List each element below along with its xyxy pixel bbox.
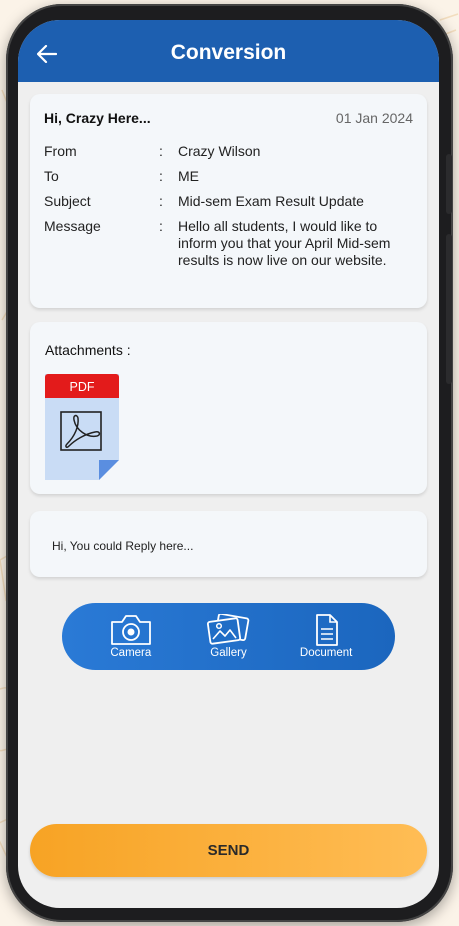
document-label: Document <box>299 647 353 659</box>
document-button[interactable]: Document <box>286 614 366 659</box>
reply-placeholder: Hi, You could Reply here... <box>52 539 194 553</box>
app-header: Conversion <box>18 20 439 82</box>
meta-row-to: To : ME <box>44 168 413 185</box>
mail-card: Hi, Crazy Here... 01 Jan 2024 From : Cra… <box>30 94 427 308</box>
meta-value-subject: Mid-sem Exam Result Update <box>178 193 364 209</box>
meta-row-from: From : Crazy Wilson <box>44 143 413 160</box>
camera-icon <box>110 615 151 645</box>
meta-separator: : <box>159 193 163 209</box>
gallery-icon <box>207 614 250 645</box>
attachments-card: Attachments : PDF <box>30 322 427 494</box>
document-icon <box>316 614 339 646</box>
pdf-type-label: PDF <box>70 380 95 394</box>
meta-label: Subject <box>44 193 91 209</box>
mail-greeting: Hi, Crazy Here... <box>44 110 151 126</box>
meta-separator: : <box>159 168 163 184</box>
volume-button <box>446 154 452 214</box>
gallery-label: Gallery <box>210 647 247 659</box>
send-button[interactable]: SEND <box>30 824 427 877</box>
meta-value-to: ME <box>178 168 199 184</box>
meta-value-from: Crazy Wilson <box>178 143 261 159</box>
camera-label: Camera <box>110 647 152 659</box>
meta-row-subject: Subject : Mid-sem Exam Result Update <box>44 193 413 210</box>
meta-label: From <box>44 143 77 159</box>
back-button[interactable] <box>32 39 62 69</box>
mail-date: 01 Jan 2024 <box>335 110 413 126</box>
camera-button[interactable]: Camera <box>91 614 171 659</box>
mail-meta: From : Crazy Wilson To : ME Subject : Mi… <box>30 143 427 269</box>
gallery-button[interactable]: Gallery <box>188 614 268 659</box>
pdf-attachment[interactable]: PDF <box>45 374 119 480</box>
page-title: Conversion <box>170 41 287 64</box>
meta-separator: : <box>159 218 163 234</box>
mail-header: Hi, Crazy Here... 01 Jan 2024 <box>30 94 427 126</box>
meta-value-message: Hello all students, I would like to info… <box>178 218 391 268</box>
arrow-left-icon <box>37 45 57 63</box>
pdf-file-icon: PDF <box>45 374 119 480</box>
meta-separator: : <box>159 143 163 159</box>
reply-field[interactable]: Hi, You could Reply here... <box>30 511 427 577</box>
app-screen: Conversion Hi, Crazy Here... 01 Jan 2024… <box>18 20 439 908</box>
meta-label: To <box>44 168 59 184</box>
power-button <box>446 234 452 384</box>
meta-row-message: Message : Hello all students, I would li… <box>44 218 413 269</box>
meta-label: Message <box>44 218 101 234</box>
attachments-title: Attachments : <box>45 342 131 358</box>
media-toolbar: Camera Gallery Document <box>62 603 395 670</box>
